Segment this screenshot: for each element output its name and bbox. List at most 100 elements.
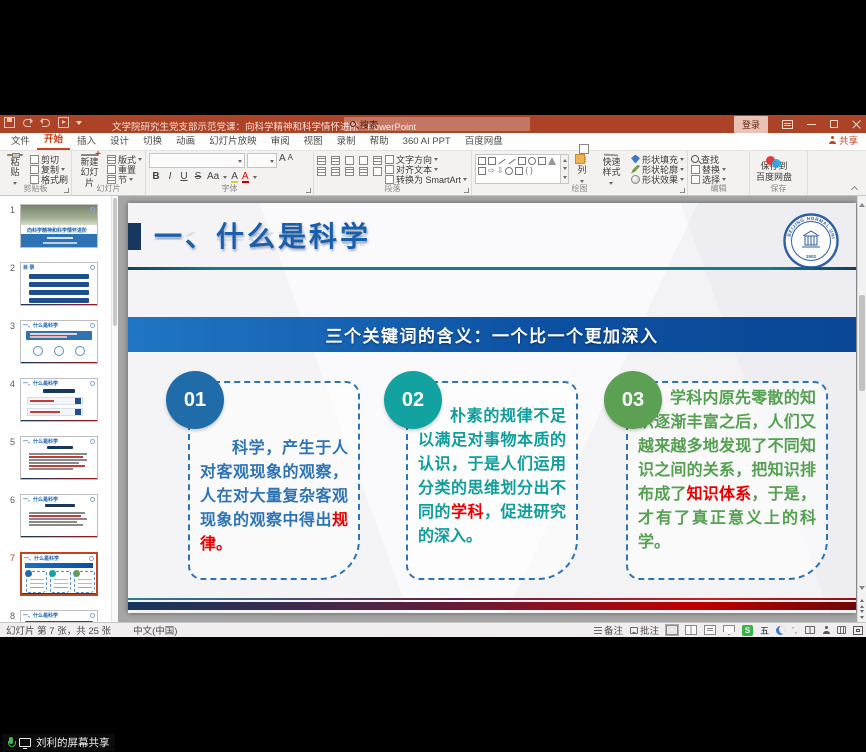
comments-button[interactable]: 批注 [630,623,659,637]
bullets-icon[interactable] [317,156,326,165]
tab-animations[interactable]: 动画 [169,130,202,150]
ime-wubi-icon[interactable]: 五 [760,624,769,637]
save-to-baidu-button[interactable]: 保存到百度网盘 [753,153,795,183]
thumbnail-row-7-selected[interactable]: 7 一、什么是科学 [0,552,118,596]
freeform-shape-icon[interactable] [515,167,523,175]
normal-view-button[interactable] [666,625,678,635]
slide-thumbnail-5[interactable]: 一、什么是科学 [20,436,98,480]
font-name-select[interactable] [149,153,245,168]
lshape-icon[interactable] [478,167,486,175]
slide-sorter-view-button[interactable] [685,625,697,635]
numbering-icon[interactable] [331,156,340,165]
font-color-button[interactable]: A [242,171,249,182]
strikethrough-button[interactable]: S [193,171,203,182]
scroll-up-icon[interactable] [859,200,865,207]
thumbnail-row-3[interactable]: 3 一、什么是科学 [0,320,118,364]
slide-scrollbar[interactable] [857,196,866,622]
smiley-shape-icon[interactable] [505,167,513,175]
align-center-icon[interactable] [331,167,340,176]
new-slide-button[interactable]: 新建幻灯片 [75,153,104,183]
redo-icon[interactable] [40,117,51,128]
start-slideshow-icon[interactable] [58,117,69,128]
right-arrow-shape-icon[interactable]: ⇨ [488,167,495,175]
tab-transitions[interactable]: 切换 [136,130,169,150]
tab-home[interactable]: 开始 [37,128,70,150]
slide-thumbnail-7[interactable]: 一、什么是科学 [20,552,98,596]
thumbnail-row-8[interactable]: 8 一、什么是科学 [0,610,118,622]
thumbnail-row-4[interactable]: 4 一、什么是科学 [0,378,118,422]
rectangle-shape-icon[interactable] [518,157,526,165]
thumbnail-row-1[interactable]: 1 向科学精神和科学情怀进阶 [0,204,118,248]
thumbnail-scroll-thumb[interactable] [113,198,117,326]
scroll-down-icon[interactable] [859,586,865,593]
minimize-icon[interactable] [807,124,816,125]
tab-record[interactable]: 录制 [330,130,363,150]
shape-gallery-scroll[interactable] [561,154,569,184]
line-spacing-icon[interactable] [373,156,382,165]
slide-thumbnail-1[interactable]: 向科学精神和科学情怀进阶 [20,204,98,248]
clipboard-dialog-launcher-icon[interactable] [64,188,69,193]
triangle-shape-icon[interactable] [548,157,556,165]
next-slide-button[interactable] [860,609,864,622]
textbox-shape-icon[interactable] [478,157,486,165]
thumbnail-panel-scrollbar[interactable] [111,196,118,622]
key-message-banner[interactable]: 三个关键词的含义：一个比一个更加深入 [128,317,856,352]
scroll-thumb[interactable] [859,295,865,391]
tab-design[interactable]: 设计 [103,130,136,150]
rounded-rectangle-shape-icon[interactable] [538,157,546,165]
ime-toolbox-icon[interactable] [837,626,846,634]
vertical-textbox-shape-icon[interactable] [488,157,496,165]
down-arrow-shape-icon[interactable]: ⇩ [497,167,504,175]
thumbnail-row-2[interactable]: 2 目 录 [0,262,118,306]
bold-button[interactable]: B [151,171,161,182]
quick-styles-button[interactable]: 快速样式 [595,153,628,183]
indent-increase-icon[interactable] [359,156,368,165]
ribbon-display-options-icon[interactable] [782,120,793,129]
reading-view-button[interactable] [704,625,716,635]
collapse-ribbon-icon[interactable] [851,185,858,192]
align-left-icon[interactable] [317,167,326,176]
slide-thumbnail-4[interactable]: 一、什么是科学 [20,378,98,422]
underline-button[interactable]: U [179,171,189,182]
language-indicator[interactable]: 中文(中国) [133,623,177,637]
slide-thumbnail-3[interactable]: 一、什么是科学 [20,320,98,364]
tab-view[interactable]: 视图 [297,130,330,150]
tab-review[interactable]: 审阅 [264,130,297,150]
character-spacing-button[interactable]: Aa [207,171,219,182]
tab-insert[interactable]: 插入 [70,130,103,150]
save-icon[interactable] [4,117,15,128]
shape-gallery[interactable]: ⇨ ⇩ { } [475,153,569,183]
current-slide[interactable]: 一、什么是科学 一、什么是科学 BEIJING NORMAL UNIVERSIT… [128,203,856,613]
tab-file[interactable]: 文件 [4,130,37,150]
fit-slide-to-window-icon[interactable] [853,626,863,635]
justify-icon[interactable] [359,167,368,176]
close-icon[interactable] [852,119,862,129]
tab-360-ai-ppt[interactable]: 360 AI PPT [396,133,458,150]
line-shape-icon[interactable] [498,158,505,163]
ime-fullwidth-moon-icon[interactable] [776,626,785,635]
microphone-icon[interactable] [7,737,14,748]
notes-button[interactable]: 备注 [594,623,623,637]
tab-slideshow[interactable]: 幻灯片放映 [202,130,264,150]
previous-slide-button[interactable] [860,596,864,609]
paste-button[interactable]: 粘贴 [3,153,27,183]
oval-shape-icon[interactable] [528,157,536,165]
font-size-select[interactable] [247,153,277,168]
thumbnail-row-6[interactable]: 6 一、什么是科学 [0,494,118,538]
slide-thumbnail-2[interactable]: 目 录 [20,262,98,306]
ime-emoji-grid-icon[interactable] [805,626,815,634]
slideshow-view-button[interactable] [723,625,735,635]
drawing-dialog-launcher-icon[interactable] [680,188,685,193]
arrow-shape-icon[interactable] [508,158,515,163]
tab-help[interactable]: 帮助 [363,130,396,150]
slide-thumbnail-6[interactable]: 一、什么是科学 [20,494,98,538]
ime-account-icon[interactable] [822,626,830,634]
columns-icon[interactable] [373,167,382,176]
bracket-shape-icon[interactable]: } [530,167,533,175]
tab-baidu-netdisk[interactable]: 百度网盘 [458,130,510,150]
paragraph-dialog-launcher-icon[interactable] [464,188,469,193]
align-right-icon[interactable] [345,167,354,176]
customize-toolbar-caret-icon[interactable] [76,121,82,128]
share-button[interactable]: 共享 [829,133,858,147]
ime-punctuation-icon[interactable]: ’, [792,626,798,635]
